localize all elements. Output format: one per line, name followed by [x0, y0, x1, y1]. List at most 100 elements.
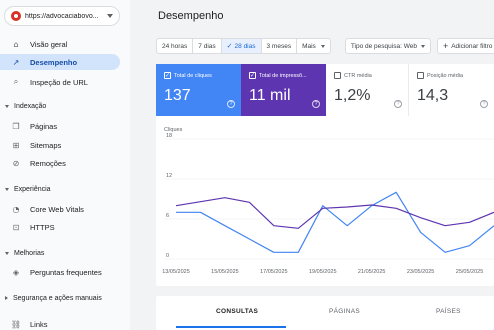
sidebar-item-label: Remoções [30, 158, 66, 168]
trending-up-icon: ↗ [12, 57, 20, 67]
x-tick-label: 23/05/2025 [407, 269, 435, 275]
help-icon[interactable]: ? [480, 100, 488, 108]
y-tick-label: 0 [166, 253, 169, 259]
metric-value: 1,2% [334, 87, 371, 104]
section-melhorias[interactable]: Melhorias [5, 247, 44, 259]
y-tick-label: 6 [166, 213, 169, 219]
checkbox-unchecked-icon [334, 72, 341, 79]
property-url: https://advocaciabovo... [25, 12, 99, 20]
sidebar-item-label: Links [30, 319, 48, 329]
metric-value: 14,3 [417, 87, 449, 104]
expand-icon [5, 251, 9, 255]
range-label: Mais [302, 42, 316, 50]
range-7d-button[interactable]: 7 dias [193, 39, 222, 53]
sidebar-item-perguntas-frequentes[interactable]: ◈ Perguntas frequentes [0, 264, 120, 280]
sidebar: https://advocaciabovo... ⌂ Visão geral ↗… [0, 0, 130, 330]
metric-label: CTR média [344, 72, 372, 79]
add-filter-label: Adicionar filtro [451, 42, 493, 50]
metric-impressions[interactable]: ✓ Total de impressõ... 11 mil ? [241, 64, 326, 116]
links-icon: ⛓ [10, 319, 22, 329]
range-label: 24 horas [162, 42, 188, 50]
sidebar-item-remocoes[interactable]: ⊘ Remoções [0, 155, 120, 171]
metric-clicks[interactable]: ✓ Total de cliques 137 ? [156, 64, 241, 116]
active-tab-indicator [176, 326, 286, 328]
chevron-down-icon [320, 44, 325, 48]
sidebar-item-sitemaps[interactable]: ⊞ Sitemaps [0, 137, 120, 153]
range-label: 28 dias [234, 42, 256, 50]
main-content: Desempenho 24 horas 7 dias ✓ 28 dias 3 me… [130, 0, 494, 330]
range-24h-button[interactable]: 24 horas [157, 39, 194, 53]
sidebar-item-paginas[interactable]: ❐ Páginas [0, 118, 120, 134]
range-label: 3 meses [266, 42, 292, 50]
section-indexacao[interactable]: Indexação [5, 100, 46, 112]
layers-icon: ◈ [12, 267, 20, 277]
checkbox-checked-icon: ✓ [249, 71, 256, 79]
x-tick-label: 17/05/2025 [260, 269, 288, 275]
metric-ctr[interactable]: CTR média 1,2% ? [326, 64, 409, 116]
tab-paginas[interactable]: PÁGINAS [329, 308, 360, 315]
add-filter-button[interactable]: + Adicionar filtro [436, 38, 494, 54]
help-icon[interactable]: ? [227, 100, 235, 108]
file-copy-icon: ❐ [12, 121, 20, 131]
x-tick-label: 13/05/2025 [162, 269, 190, 275]
check-icon: ✓ [226, 42, 233, 50]
search-type-label: Tipo de pesquisa: Web [350, 42, 417, 50]
metric-value: 137 [164, 87, 191, 104]
site-favicon-icon [11, 11, 21, 21]
chevron-down-icon [107, 14, 113, 18]
sidebar-item-label: Perguntas frequentes [30, 267, 102, 277]
search-icon: ⌕ [13, 77, 19, 86]
metric-value: 11 mil [249, 87, 291, 104]
x-tick-label: 19/05/2025 [309, 269, 337, 275]
range-28d-button[interactable]: ✓ 28 dias [221, 39, 262, 53]
performance-chart: Cliques 181260 13/05/2025 15/05/2025 17/05… [162, 127, 494, 275]
sidebar-item-visao-geral[interactable]: ⌂ Visão geral [0, 36, 120, 52]
series-line-clicks[interactable] [176, 191, 494, 253]
sidebar-item-desempenho[interactable]: ↗ Desempenho [0, 54, 120, 70]
section-label: Indexação [14, 102, 47, 110]
help-icon[interactable]: ? [312, 100, 320, 108]
dimension-tabs: CONSULTAS PÁGINAS PAÍSES [156, 296, 494, 330]
x-tick-label: 15/05/2025 [211, 269, 239, 275]
section-seguranca[interactable]: Segurança e ações manuais [5, 292, 102, 304]
sidebar-item-label: Visão geral [30, 39, 68, 49]
plus-icon: + [442, 41, 449, 51]
sidebar-item-https[interactable]: ⊡ HTTPS [0, 219, 120, 235]
sidebar-item-links[interactable]: ⛓ Links [0, 316, 120, 330]
home-icon: ⌂ [13, 39, 19, 49]
sidebar-item-core-web-vitals[interactable]: ◔ Core Web Vitals [0, 201, 120, 217]
help-icon[interactable]: ? [394, 100, 402, 108]
metric-label: Posição média [427, 72, 464, 79]
sidebar-item-inspecao-url[interactable]: ⌕ Inspeção de URL [0, 74, 120, 90]
expand-icon [5, 296, 8, 300]
page-title: Desempenho [158, 10, 224, 22]
checkbox-unchecked-icon [417, 72, 424, 79]
checkbox-checked-icon: ✓ [164, 71, 171, 79]
series-line-impressions[interactable] [175, 197, 494, 229]
section-label: Experiência [14, 185, 51, 193]
sidebar-item-label: Core Web Vitals [30, 204, 84, 214]
sidebar-item-label: Páginas [30, 121, 58, 131]
expand-icon [5, 187, 9, 191]
date-range-selector: 24 horas 7 dias ✓ 28 dias 3 meses Mais [156, 38, 331, 54]
tab-consultas[interactable]: CONSULTAS [216, 308, 258, 315]
metric-position[interactable]: Posição média 14,3 ? [409, 64, 494, 116]
sidebar-item-label: Desempenho [30, 57, 78, 67]
range-3m-button[interactable]: 3 meses [262, 39, 298, 53]
tab-paises[interactable]: PAÍSES [436, 308, 461, 315]
sitemap-icon: ⊞ [12, 140, 20, 150]
section-label: Melhorias [14, 249, 45, 257]
search-type-filter[interactable]: Tipo de pesquisa: Web [344, 38, 431, 54]
sidebar-item-label: Inspeção de URL [30, 77, 88, 87]
section-experiencia[interactable]: Experiência [5, 183, 51, 195]
filter-bar: 24 horas 7 dias ✓ 28 dias 3 meses Mais Ti… [156, 38, 494, 54]
range-more-button[interactable]: Mais [297, 39, 330, 53]
speed-icon: ◔ [12, 204, 20, 214]
metric-label: Total de cliques [174, 72, 212, 79]
lock-icon: ⊡ [12, 222, 20, 232]
property-selector[interactable]: https://advocaciabovo... [4, 6, 120, 26]
y-tick-label: 12 [166, 173, 172, 179]
range-label: 7 dias [198, 42, 216, 50]
visibility-off-icon: ⊘ [12, 158, 20, 168]
y-tick-label: 18 [166, 133, 172, 139]
